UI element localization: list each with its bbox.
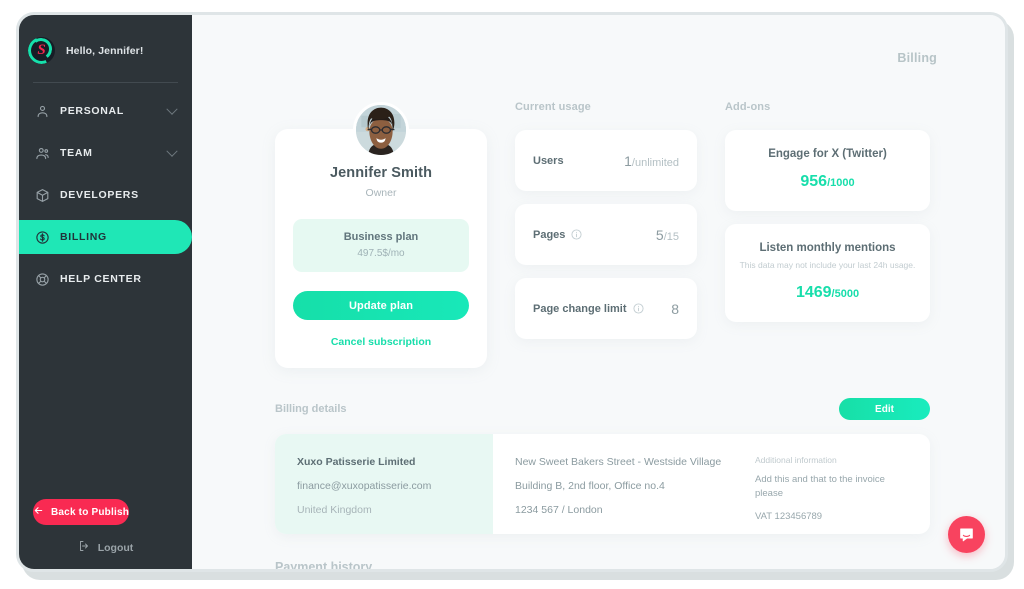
addon-value-limit: /5000 [831, 288, 860, 301]
address-line: New Sweet Bakers Street - Westside Villa… [515, 456, 722, 468]
back-to-publish-label: Back to Publish [51, 506, 130, 518]
edit-button[interactable]: Edit [839, 398, 930, 420]
update-plan-button[interactable]: Update plan [293, 291, 469, 320]
usage-value-number: 5 [655, 226, 664, 243]
usage-value: 5/15 [656, 227, 679, 243]
usage-card-pages: Pages 5/15 [515, 204, 697, 265]
greeting-text: Hello, Jennifer! [66, 44, 144, 57]
billing-details-section: Billing details Edit Xuxo Patisserie Lim… [275, 398, 930, 534]
profile-name: Jennifer Smith [329, 165, 433, 181]
addon-value-number: 956 [800, 173, 828, 190]
main-content: Billing Jennifer Smith Owner Business pl… [192, 15, 1005, 569]
billing-address-panel: New Sweet Bakers Street - Westside Villa… [493, 434, 755, 534]
company-name: Xuxo Patisserie Limited [297, 456, 416, 468]
additional-information-panel: Additional information Add this and that… [755, 434, 930, 534]
sidebar-item-label: BILLING [60, 231, 107, 243]
usage-card-page-change-limit: Page change limit 8 [515, 278, 697, 339]
sidebar-footer: Back to Publish Logout [19, 499, 192, 557]
dollar-circle-icon [35, 230, 50, 245]
usage-value-limit: /15 [663, 230, 679, 243]
chevron-down-icon [166, 145, 178, 157]
cube-icon [35, 188, 50, 203]
sidebar-item-developers[interactable]: DEVELOPERS [19, 178, 192, 212]
company-country: United Kingdom [297, 504, 372, 516]
address-line: 1234 567 / London [515, 504, 603, 516]
logout-icon [78, 539, 90, 557]
brand-row: S Hello, Jennifer! [19, 29, 192, 72]
info-icon[interactable] [571, 229, 582, 240]
current-plan-box: Business plan 497.5$/mo [293, 219, 469, 272]
addon-note: This data may not include your last 24h … [739, 260, 916, 270]
sidebar-divider [33, 82, 178, 83]
billing-details-card: Xuxo Patisserie Limited finance@xuxopati… [275, 434, 930, 534]
usage-value: 1/unlimited [624, 153, 679, 169]
usage-value-limit: /unlimited [631, 156, 679, 169]
chat-bubble-icon[interactable] [948, 516, 985, 553]
addon-title: Listen monthly mentions [759, 242, 896, 254]
top-columns: Jennifer Smith Owner Business plan 497.5… [275, 101, 1005, 368]
page-title: Billing [897, 51, 937, 65]
usage-value-number: 8 [671, 300, 679, 317]
current-usage-column: Current usage Users 1/unlimited Pages 5/… [515, 101, 697, 352]
billing-details-title: Billing details [275, 403, 347, 415]
usage-label: Pages [533, 229, 582, 241]
sidebar-item-label: HELP CENTER [60, 273, 142, 285]
app-logo-icon: S [28, 37, 55, 64]
billing-company-panel: Xuxo Patisserie Limited finance@xuxopati… [275, 434, 493, 534]
addon-value-limit: /1000 [827, 177, 855, 189]
sidebar-item-label: PERSONAL [60, 105, 124, 117]
usage-label: Users [533, 155, 564, 167]
info-icon[interactable] [632, 303, 644, 314]
vat-number: VAT 123456789 [755, 510, 823, 522]
profile-role: Owner [365, 187, 397, 199]
additional-information-heading: Additional information [755, 455, 837, 465]
logout-button[interactable]: Logout [19, 539, 192, 557]
addon-value-number: 1469 [795, 284, 832, 302]
lifebuoy-icon [35, 272, 50, 287]
sidebar-nav: PERSONAL TEAM DEVELOPERS BILLING HELP CE… [19, 94, 192, 296]
sidebar-item-billing[interactable]: BILLING [19, 220, 192, 254]
user-icon [35, 104, 50, 119]
usage-value: 8 [671, 301, 679, 317]
sidebar: S Hello, Jennifer! PERSONAL TEAM DEVELOP… [19, 15, 192, 569]
company-email: finance@xuxopatisserie.com [297, 480, 432, 492]
users-icon [35, 146, 50, 161]
plan-price: 497.5$/mo [357, 248, 405, 259]
arrow-left-icon [33, 505, 44, 519]
addon-value: 956/1000 [735, 173, 920, 191]
sidebar-item-label: DEVELOPERS [60, 189, 139, 201]
profile-card: Jennifer Smith Owner Business plan 497.5… [275, 102, 487, 368]
addon-value: 1469/5000 [735, 284, 920, 302]
plan-name: Business plan [343, 231, 419, 243]
addons-heading: Add-ons [725, 101, 771, 113]
logout-label: Logout [97, 542, 134, 554]
sidebar-item-label: TEAM [60, 147, 93, 159]
payment-history-title: Payment history [275, 560, 373, 569]
sidebar-item-team[interactable]: TEAM [19, 136, 192, 170]
back-to-publish-button[interactable]: Back to Publish [33, 499, 130, 525]
sidebar-item-help-center[interactable]: HELP CENTER [19, 262, 192, 296]
sidebar-item-personal[interactable]: PERSONAL [19, 94, 192, 128]
usage-card-users: Users 1/unlimited [515, 130, 697, 191]
usage-label-text: Users [533, 154, 564, 167]
usage-value-number: 1 [624, 152, 632, 169]
logo-letter: S [37, 42, 46, 58]
addon-title: Engage for X (Twitter) [768, 148, 887, 160]
avatar [353, 102, 409, 158]
usage-label-text: Pages [533, 228, 566, 241]
usage-label-text: Page change limit [533, 302, 627, 315]
addon-card-engage: Engage for X (Twitter) 956/1000 [725, 130, 930, 211]
content-area: Jennifer Smith Owner Business plan 497.5… [275, 101, 1005, 569]
cancel-subscription-link[interactable]: Cancel subscription [293, 336, 469, 348]
usage-label: Page change limit [533, 303, 644, 315]
additional-information-body: Add this and that to the invoice please [755, 474, 885, 499]
addons-column: Add-ons Engage for X (Twitter) 956/1000 … [725, 101, 930, 335]
addon-card-listen: Listen monthly mentions This data may no… [725, 224, 930, 323]
chevron-down-icon [166, 103, 178, 115]
address-line: Building B, 2nd floor, Office no.4 [515, 480, 665, 492]
app-window: S Hello, Jennifer! PERSONAL TEAM DEVELOP… [16, 12, 1008, 572]
billing-details-header: Billing details Edit [275, 398, 930, 420]
current-usage-heading: Current usage [515, 101, 591, 113]
